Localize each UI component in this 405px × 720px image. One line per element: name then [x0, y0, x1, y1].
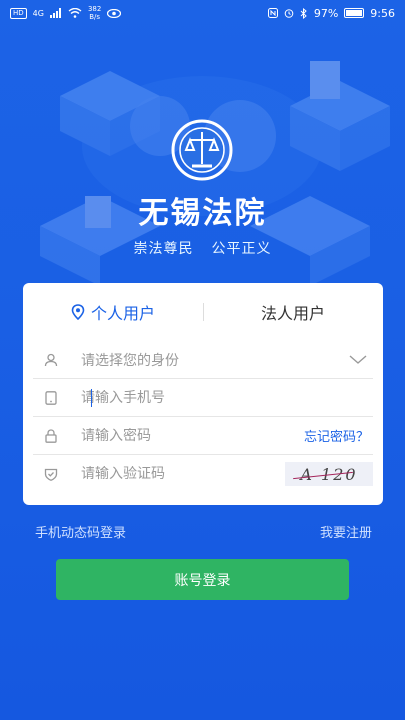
- forgot-password-link[interactable]: 忘记密码？: [304, 426, 373, 445]
- phone-icon: [33, 390, 69, 405]
- status-right: 97% 9:56: [267, 6, 395, 20]
- slogan-left: 崇法尊民: [133, 241, 194, 257]
- account-login-button[interactable]: 账号登录: [56, 559, 349, 600]
- identity-placeholder: 请选择您的身份: [81, 352, 179, 369]
- shield-check-icon: [33, 467, 69, 481]
- tab-divider: [203, 303, 204, 321]
- user-icon: [33, 353, 69, 367]
- identity-select[interactable]: 请选择您的身份: [33, 341, 373, 379]
- lock-icon: [33, 428, 69, 443]
- eye-icon: [107, 8, 122, 18]
- app-title: 无锡法院: [138, 196, 267, 231]
- alarm-icon: [284, 9, 294, 18]
- battery-percent: 97%: [313, 6, 339, 20]
- speed-unit: B/s: [89, 13, 101, 21]
- speed-value: 382: [87, 5, 102, 13]
- tab-personal-label: 个人用户: [90, 304, 155, 323]
- tab-corporate-label: 法人用户: [260, 304, 325, 323]
- bluetooth-icon: [300, 7, 307, 19]
- captcha-input[interactable]: [69, 466, 285, 482]
- user-type-tabs: 个人用户 法人用户: [23, 283, 383, 341]
- app-slogan: 崇法尊民 公平正义: [0, 238, 405, 258]
- signal-indicator: 4G: [32, 8, 44, 18]
- password-field[interactable]: 忘记密码？: [33, 417, 373, 455]
- clock: 9:56: [370, 6, 395, 20]
- captcha-field[interactable]: A 120: [33, 455, 373, 493]
- slogan-right: 公平正义: [211, 241, 272, 257]
- password-input[interactable]: [69, 427, 304, 444]
- hd-indicator: HD: [10, 7, 27, 19]
- captcha-image[interactable]: A 120: [285, 462, 373, 486]
- footer-links: 手机动态码登录 我要注册: [35, 522, 372, 541]
- location-pin-icon: [71, 304, 85, 320]
- signal-icon: [49, 8, 61, 18]
- network-speed: 382 B/s: [88, 5, 101, 21]
- chevron-down-icon[interactable]: [349, 350, 373, 369]
- court-emblem-logo: [171, 119, 233, 181]
- register-link[interactable]: 我要注册: [320, 522, 372, 541]
- nfc-icon: [267, 8, 278, 18]
- phone-input[interactable]: [69, 389, 373, 406]
- tab-corporate-user[interactable]: 法人用户: [203, 300, 383, 324]
- text-cursor: [91, 389, 92, 407]
- wifi-icon: [68, 8, 82, 18]
- battery-icon: [344, 8, 365, 18]
- tab-personal-user[interactable]: 个人用户: [23, 300, 203, 324]
- status-left: HD 4G 382 B/s: [10, 5, 122, 21]
- phone-field[interactable]: [33, 379, 373, 417]
- sms-login-link[interactable]: 手机动态码登录: [35, 522, 126, 541]
- login-card: 个人用户 法人用户 请选择您的身份 忘记密码？ A 120: [23, 283, 383, 505]
- status-bar: HD 4G 382 B/s 97% 9:56: [0, 0, 405, 26]
